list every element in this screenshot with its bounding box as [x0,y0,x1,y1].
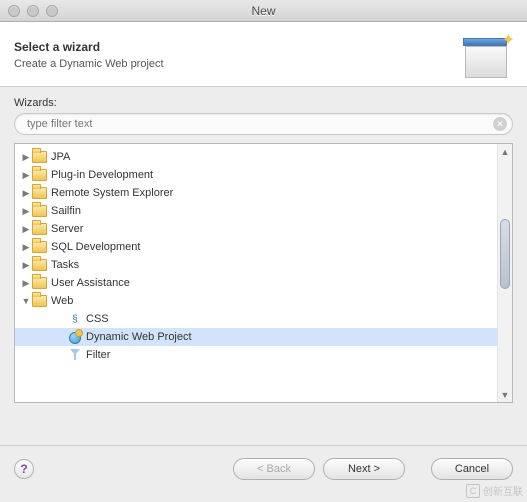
folder-icon [32,187,47,199]
css-file-icon: § [68,312,82,326]
funnel-icon [68,348,82,362]
window-titlebar: New [0,0,527,22]
tree-item-filter[interactable]: Filter [15,346,497,364]
cancel-button[interactable]: Cancel [431,458,513,480]
wizard-subheading: Create a Dynamic Web project [14,58,453,70]
filter-wrap: ✕ [14,113,513,135]
chevron-right-icon: ▶ [21,188,31,199]
wizard-heading: Select a wizard [14,40,453,54]
chevron-right-icon: ▶ [21,224,31,235]
tree-item-tasks[interactable]: ▶ Tasks [15,256,497,274]
tree-item-label: Tasks [51,259,79,271]
wizard-tree: ▶ JPA ▶ Plug-in Development ▶ Remote Sys… [14,143,513,403]
tree-item-label: User Assistance [51,277,130,289]
chevron-right-icon: ▶ [21,278,31,289]
tree-item-label: Remote System Explorer [51,187,173,199]
next-button[interactable]: Next > [323,458,405,480]
window-title: New [0,4,527,18]
globe-new-icon [68,330,82,344]
scroll-down-icon[interactable]: ▼ [498,387,512,402]
folder-icon [32,169,47,181]
vertical-scrollbar[interactable]: ▲ ▼ [497,144,512,402]
watermark-text: 创新互联 [483,483,523,498]
folder-icon [32,205,47,217]
back-button[interactable]: < Back [233,458,315,480]
tree-item-jpa[interactable]: ▶ JPA [15,148,497,166]
wizard-banner-icon: ✦ [453,32,513,78]
chevron-right-icon: ▶ [21,152,31,163]
chevron-right-icon: ▶ [21,260,31,271]
chevron-right-icon: ▶ [21,170,31,181]
clear-filter-icon[interactable]: ✕ [493,117,507,131]
tree-item-server[interactable]: ▶ Server [15,220,497,238]
tree-item-web[interactable]: ▼ Web [15,292,497,310]
scroll-track[interactable] [498,159,512,387]
tree-viewport[interactable]: ▶ JPA ▶ Plug-in Development ▶ Remote Sys… [15,144,497,402]
tree-item-label: JPA [51,151,70,163]
tree-item-remote-system[interactable]: ▶ Remote System Explorer [15,184,497,202]
folder-open-icon [32,295,47,307]
button-bar: ? < Back Next > Cancel [0,446,527,480]
chevron-right-icon: ▶ [21,206,31,217]
tree-item-label: SQL Development [51,241,140,253]
tree-item-user-assistance[interactable]: ▶ User Assistance [15,274,497,292]
tree-item-label: Plug-in Development [51,169,153,181]
tree-item-sailfin[interactable]: ▶ Sailfin [15,202,497,220]
tree-item-label: Server [51,223,83,235]
folder-icon [32,259,47,271]
tree-item-sql-dev[interactable]: ▶ SQL Development [15,238,497,256]
tree-item-label: Web [51,295,73,307]
wizards-label: Wizards: [14,97,513,109]
wizard-header: Select a wizard Create a Dynamic Web pro… [0,22,527,87]
folder-icon [32,223,47,235]
watermark: C 创新互联 [466,483,523,498]
tree-item-plugin-dev[interactable]: ▶ Plug-in Development [15,166,497,184]
chevron-right-icon: ▶ [21,242,31,253]
tree-item-label: Sailfin [51,205,81,217]
tree-item-label: Filter [86,349,110,361]
scroll-up-icon[interactable]: ▲ [498,144,512,159]
folder-icon [32,277,47,289]
help-button[interactable]: ? [14,459,34,479]
tree-item-css[interactable]: § CSS [15,310,497,328]
tree-item-dynamic-web-project[interactable]: Dynamic Web Project [15,328,497,346]
tree-item-label: Dynamic Web Project [86,331,192,343]
filter-input[interactable] [14,113,513,135]
tree-item-label: CSS [86,313,109,325]
chevron-down-icon: ▼ [21,296,31,306]
folder-icon [32,241,47,253]
folder-icon [32,151,47,163]
scroll-thumb[interactable] [500,219,510,289]
